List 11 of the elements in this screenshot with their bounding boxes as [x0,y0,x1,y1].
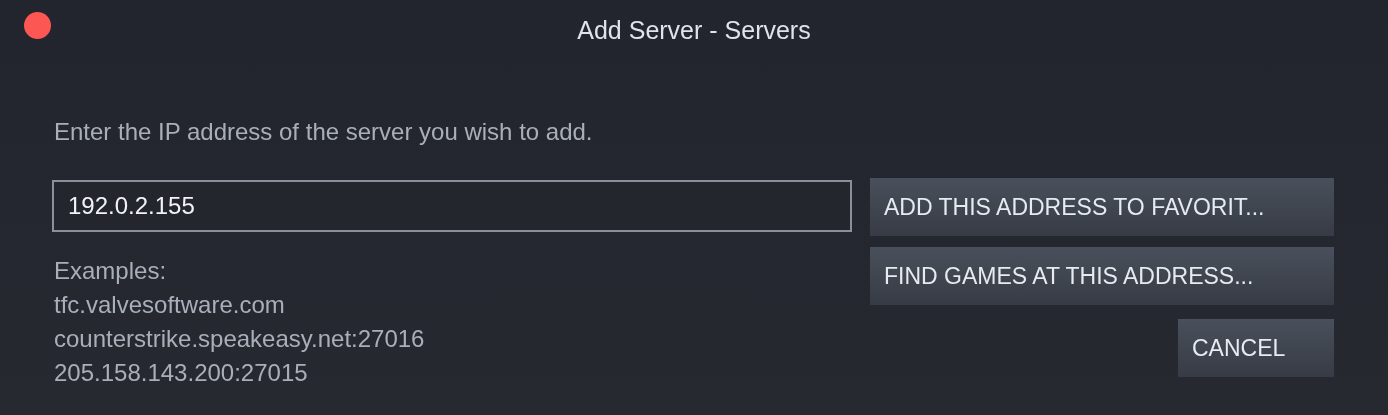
dialog-button[interactable]: FIND GAMES AT THIS ADDRESS... [870,247,1334,305]
address-input-field[interactable]: 192.0.2.155 [52,180,852,232]
close-button[interactable] [24,12,51,39]
dialog-button[interactable]: CANCEL [1178,319,1334,377]
dialog-button[interactable]: ADD THIS ADDRESS TO FAVORIT... [870,178,1334,236]
prompt-text: Enter the IP address of the server you wish to add. [53,118,594,146]
example-text: tfc.valvesoftware.com [53,290,286,320]
example-text: 205.158.143.200:27015 [53,358,309,388]
example-text: counterstrike.speakeasy.net:27016 [53,324,426,354]
window-title: Add Server - Servers [577,15,811,45]
example-text: Examples: [53,256,168,286]
